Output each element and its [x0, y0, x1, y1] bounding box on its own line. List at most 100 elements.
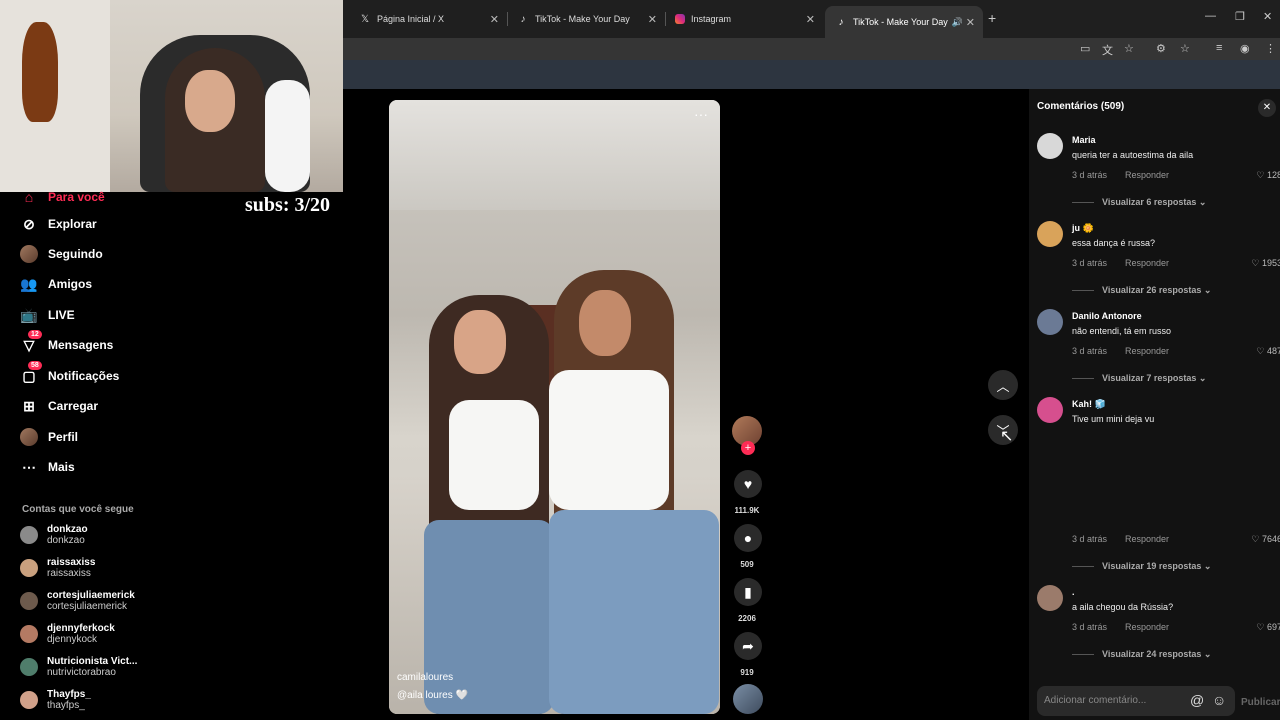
close-icon[interactable]: ✕ — [966, 16, 975, 29]
favorites-icon[interactable]: ☆ — [1180, 42, 1190, 55]
nav-following[interactable]: Seguindo — [20, 243, 103, 265]
avatar — [20, 526, 38, 544]
reply-button[interactable]: Responder — [1125, 622, 1169, 632]
nav-live[interactable]: 📺 LIVE — [20, 304, 74, 326]
minimize-icon[interactable]: — — [1205, 10, 1216, 22]
save-button[interactable]: ▮ — [734, 578, 762, 606]
media-icon[interactable]: ≡ — [1216, 42, 1222, 54]
tab-tiktok-active[interactable]: ♪ TikTok - Make Your Day 🔊 ✕ — [825, 6, 983, 38]
video-person-left-jeans — [424, 520, 554, 714]
avatar[interactable] — [1037, 397, 1063, 423]
nav-explore[interactable]: ⊘ Explorar — [20, 213, 97, 235]
reply-button[interactable]: Responder — [1125, 534, 1169, 544]
nav-notifications[interactable]: ▢ 58 Notificações — [20, 361, 119, 387]
previous-video-button[interactable]: ︿ — [988, 370, 1018, 400]
view-replies-button[interactable]: Visualizar 7 respostas ⌄ — [1072, 373, 1206, 384]
close-icon[interactable]: ✕ — [806, 13, 815, 26]
following-item[interactable]: djennyferkock djennykock — [20, 623, 115, 645]
comment-username[interactable]: . — [1072, 587, 1075, 597]
nav-label: Perfil — [48, 430, 79, 444]
following-item[interactable]: cortesjuliaemerick cortesjuliaemerick — [20, 590, 135, 612]
extension-icon[interactable]: ⚙ — [1156, 42, 1166, 55]
comment-like-button[interactable]: ♡ 128 — [1256, 170, 1280, 181]
tiktok-icon: ♪ — [520, 13, 526, 25]
mention-icon[interactable]: @ — [1190, 692, 1204, 708]
following-item[interactable]: raissaxiss raissaxiss — [20, 557, 95, 579]
following-name: donkzao — [47, 524, 88, 535]
restore-icon[interactable]: ❐ — [1235, 10, 1245, 23]
comment-username[interactable]: ju 🌼 — [1072, 223, 1094, 234]
reply-button[interactable]: Responder — [1125, 346, 1169, 356]
bookmark-star-icon[interactable]: ☆ — [1124, 42, 1134, 55]
new-tab-button[interactable]: + — [988, 10, 996, 26]
tab-x[interactable]: 𝕏 Página Inicial / X ✕ — [349, 8, 507, 30]
mouse-cursor-icon: ↖ — [1000, 428, 1014, 445]
avatar[interactable] — [1037, 221, 1063, 247]
view-replies-label: Visualizar 6 respostas — [1102, 197, 1197, 207]
reply-button[interactable]: Responder — [1125, 258, 1169, 268]
comment-time: 3 d atrás — [1072, 534, 1108, 544]
nav-more[interactable]: ⋯ Mais — [20, 456, 75, 478]
following-item[interactable]: Thayfps_ thayfps_ — [20, 689, 91, 711]
share-button[interactable]: ➦ — [734, 632, 762, 660]
comment-time: 3 d atrás — [1072, 346, 1108, 356]
following-name: Nutricionista Vict... — [47, 656, 138, 667]
close-comments-button[interactable]: ✕ — [1258, 99, 1276, 117]
nav-upload[interactable]: ⊞ Carregar — [20, 395, 98, 417]
video-author[interactable]: camilaloures — [397, 672, 453, 683]
view-replies-label: Visualizar 7 respostas — [1102, 373, 1197, 383]
nav-friends[interactable]: 👥 Amigos — [20, 273, 92, 295]
translate-icon[interactable]: 文 — [1102, 42, 1113, 58]
avatar[interactable] — [1037, 585, 1063, 611]
webcam-overlay — [0, 0, 343, 192]
publish-button[interactable]: Publicar — [1241, 697, 1280, 708]
nav-messages[interactable]: ▽ 12 Mensagens — [20, 330, 113, 356]
view-replies-button[interactable]: Visualizar 19 respostas ⌄ — [1072, 561, 1211, 572]
comment-icon: ● — [743, 530, 753, 546]
comment-username[interactable]: Danilo Antonore — [1072, 311, 1142, 321]
tab-instagram[interactable]: Instagram ✕ — [665, 8, 823, 30]
close-window-icon[interactable]: ✕ — [1263, 10, 1272, 23]
following-item[interactable]: donkzao donkzao — [20, 524, 88, 546]
comment-username[interactable]: Maria — [1072, 135, 1096, 145]
close-icon[interactable]: ✕ — [648, 13, 657, 26]
avatar — [20, 428, 38, 446]
view-replies-button[interactable]: Visualizar 24 respostas ⌄ — [1072, 649, 1211, 660]
avatar[interactable] — [1037, 309, 1063, 335]
profile-icon[interactable]: ◉ — [1240, 42, 1250, 55]
comment-username[interactable]: Kah! 🧊 — [1072, 399, 1106, 410]
follow-plus-icon[interactable]: + — [741, 441, 755, 455]
music-disc[interactable] — [733, 684, 763, 714]
menu-dots-icon[interactable]: ⋮ — [1265, 42, 1276, 55]
avatar — [20, 559, 38, 577]
speaker-icon[interactable]: 🔊 — [952, 17, 963, 28]
more-options-icon[interactable]: ··· — [694, 106, 708, 122]
comment-like-button[interactable]: ♡ 7646 — [1251, 534, 1280, 545]
reply-button[interactable]: Responder — [1125, 170, 1169, 180]
comment-like-button[interactable]: ♡ 487 — [1256, 346, 1280, 357]
comment-button[interactable]: ● — [734, 524, 762, 552]
comment-input[interactable]: Adicionar comentário... @ ☺ — [1037, 686, 1235, 716]
nav-for-you[interactable]: ⌂ Para você — [20, 186, 105, 208]
video-person-right-jeans — [549, 510, 719, 714]
nav-profile[interactable]: Perfil — [20, 426, 78, 448]
comment-like-button[interactable]: ♡ 697 — [1256, 622, 1280, 633]
view-replies-button[interactable]: Visualizar 6 respostas ⌄ — [1072, 197, 1206, 208]
following-section-title: Contas que você segue — [22, 504, 134, 515]
like-button[interactable]: ♥ — [734, 470, 762, 498]
video-player[interactable]: ··· camilaloures @aila loures 🤍 — [389, 100, 720, 714]
avatar[interactable] — [1037, 133, 1063, 159]
tab-tiktok[interactable]: ♪ TikTok - Make Your Day ✕ — [507, 8, 665, 30]
view-replies-button[interactable]: Visualizar 26 respostas ⌄ — [1072, 285, 1211, 296]
divider — [1072, 654, 1094, 656]
emoji-icon[interactable]: ☺ — [1212, 692, 1226, 708]
comment-like-button[interactable]: ♡ 1953 — [1251, 258, 1280, 269]
avatar — [20, 625, 38, 643]
following-item[interactable]: Nutricionista Vict... nutrivictorabrao — [20, 656, 137, 678]
close-icon[interactable]: ✕ — [490, 13, 499, 26]
view-replies-label: Visualizar 24 respostas — [1102, 649, 1202, 659]
following-handle: nutrivictorabrao — [47, 667, 116, 678]
avatar — [20, 245, 38, 263]
view-replies-label: Visualizar 26 respostas — [1102, 285, 1202, 295]
cast-icon[interactable]: ▭ — [1080, 42, 1090, 55]
